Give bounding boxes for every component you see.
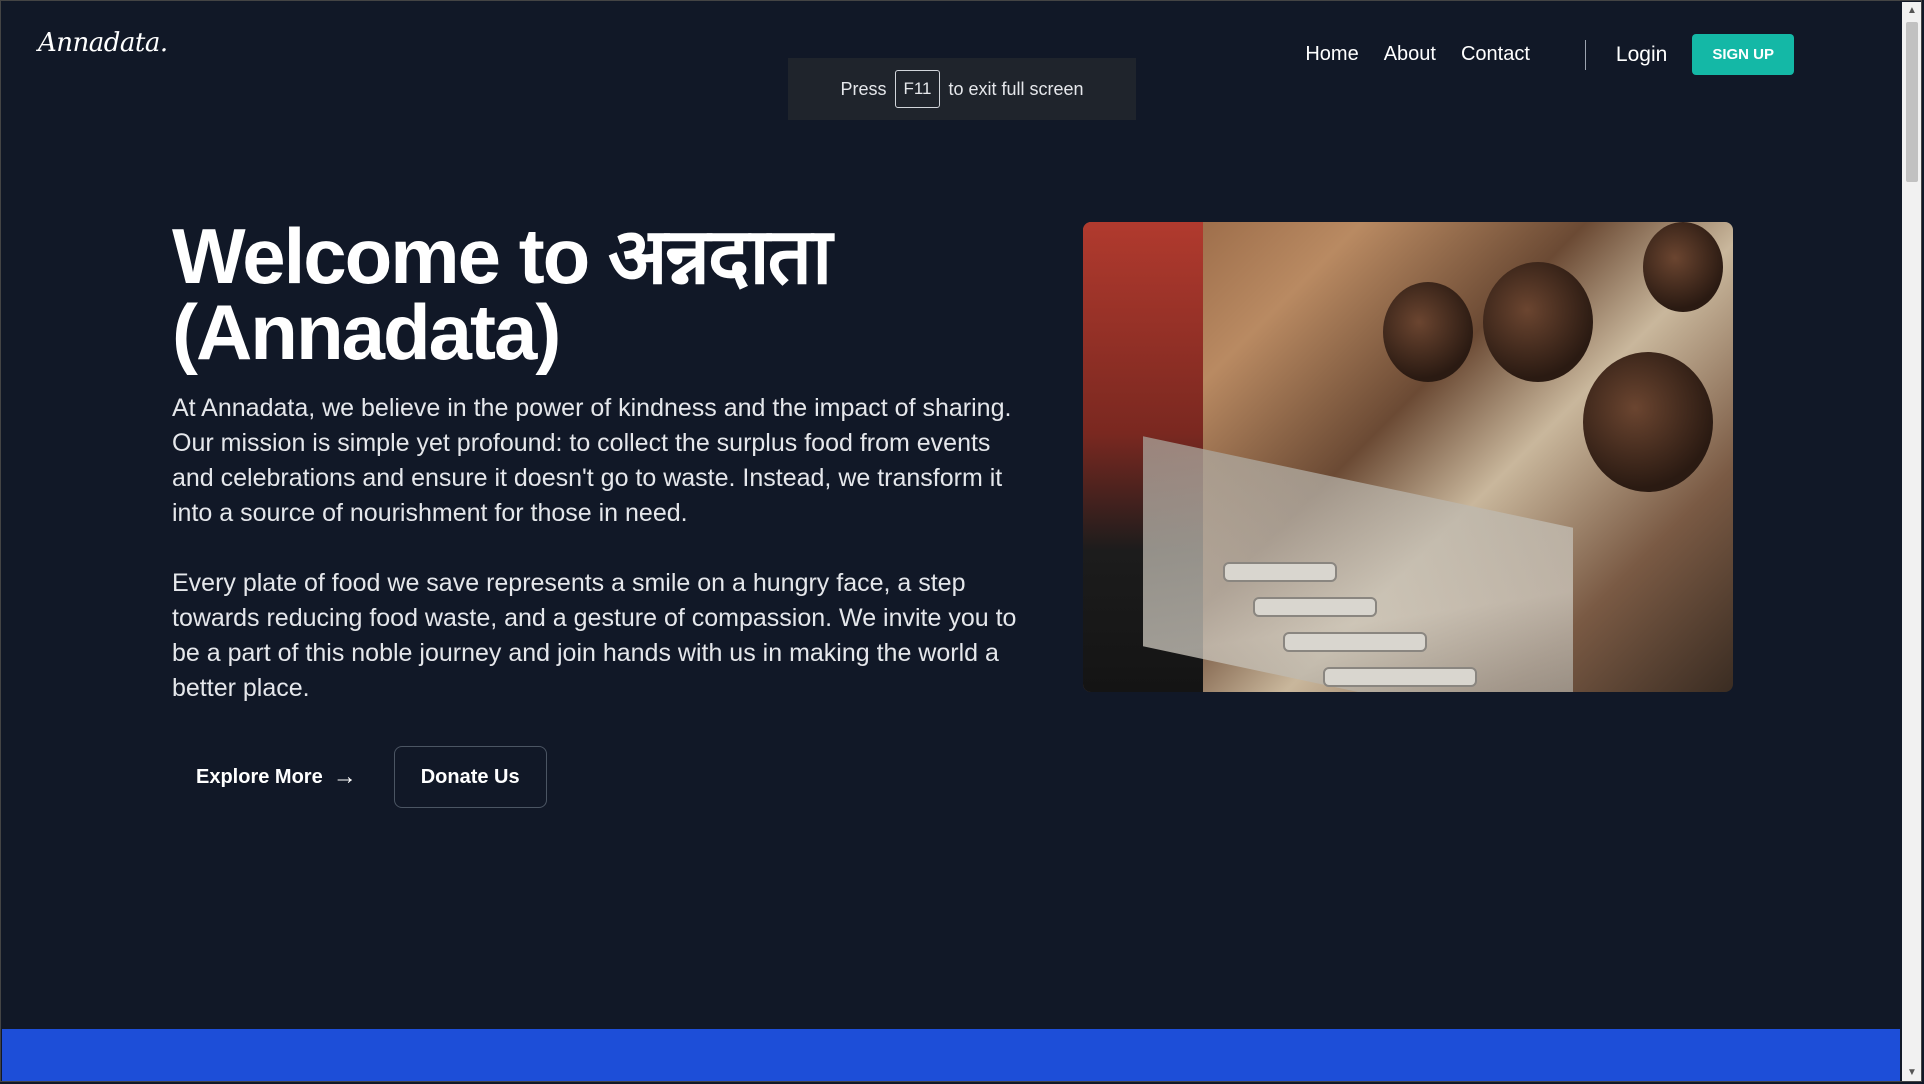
hero-paragraph-2: Every plate of food we save represents a…: [172, 569, 1017, 702]
arrow-right-icon: →: [332, 763, 357, 790]
hero-title: Welcome to अन्नदाता (Annadata): [172, 217, 832, 371]
donate-button[interactable]: Donate Us: [393, 746, 547, 808]
chevron-down-icon[interactable]: ▼: [1902, 1064, 1922, 1082]
hero-title-line2: (Annadata): [172, 288, 561, 376]
signup-button[interactable]: SIGN UP: [1692, 34, 1794, 75]
plate: [1223, 562, 1337, 582]
hero-title-line1: Welcome to अन्नदाता: [172, 212, 832, 300]
nav-about[interactable]: About: [1384, 43, 1436, 66]
toast-prefix: Press: [840, 78, 887, 99]
toast-suffix: to exit full screen: [948, 78, 1084, 99]
child-head: [1483, 262, 1593, 382]
explore-more-button[interactable]: Explore More →: [172, 746, 381, 808]
nav-home[interactable]: Home: [1305, 43, 1358, 66]
adult-head: [1643, 222, 1723, 312]
hero-actions: Explore More → Donate Us: [172, 746, 547, 808]
main-nav: Home About Contact Login SIGN UP: [1280, 34, 1794, 75]
footer-band: [2, 1029, 1900, 1082]
child-head: [1383, 282, 1473, 382]
toast-key: F11: [895, 70, 940, 108]
vertical-scrollbar[interactable]: ▲ ▼: [1902, 2, 1922, 1082]
chevron-up-icon[interactable]: ▲: [1902, 2, 1922, 20]
plate: [1323, 667, 1477, 687]
plate: [1253, 597, 1377, 617]
hero-paragraph-1: At Annadata, we believe in the power of …: [172, 394, 1012, 527]
fullscreen-toast: Press F11 to exit full screen: [788, 58, 1136, 120]
image-floor: [1143, 436, 1573, 692]
child-head: [1583, 352, 1713, 492]
logo[interactable]: Annadata.: [38, 28, 168, 58]
hero-image: [1083, 222, 1733, 692]
nav-divider: [1584, 39, 1586, 70]
nav-contact[interactable]: Contact: [1461, 43, 1530, 66]
scrollbar-thumb[interactable]: [1906, 22, 1918, 182]
login-link[interactable]: Login: [1616, 43, 1667, 67]
explore-more-label: Explore More: [196, 765, 323, 788]
plate: [1283, 632, 1427, 652]
